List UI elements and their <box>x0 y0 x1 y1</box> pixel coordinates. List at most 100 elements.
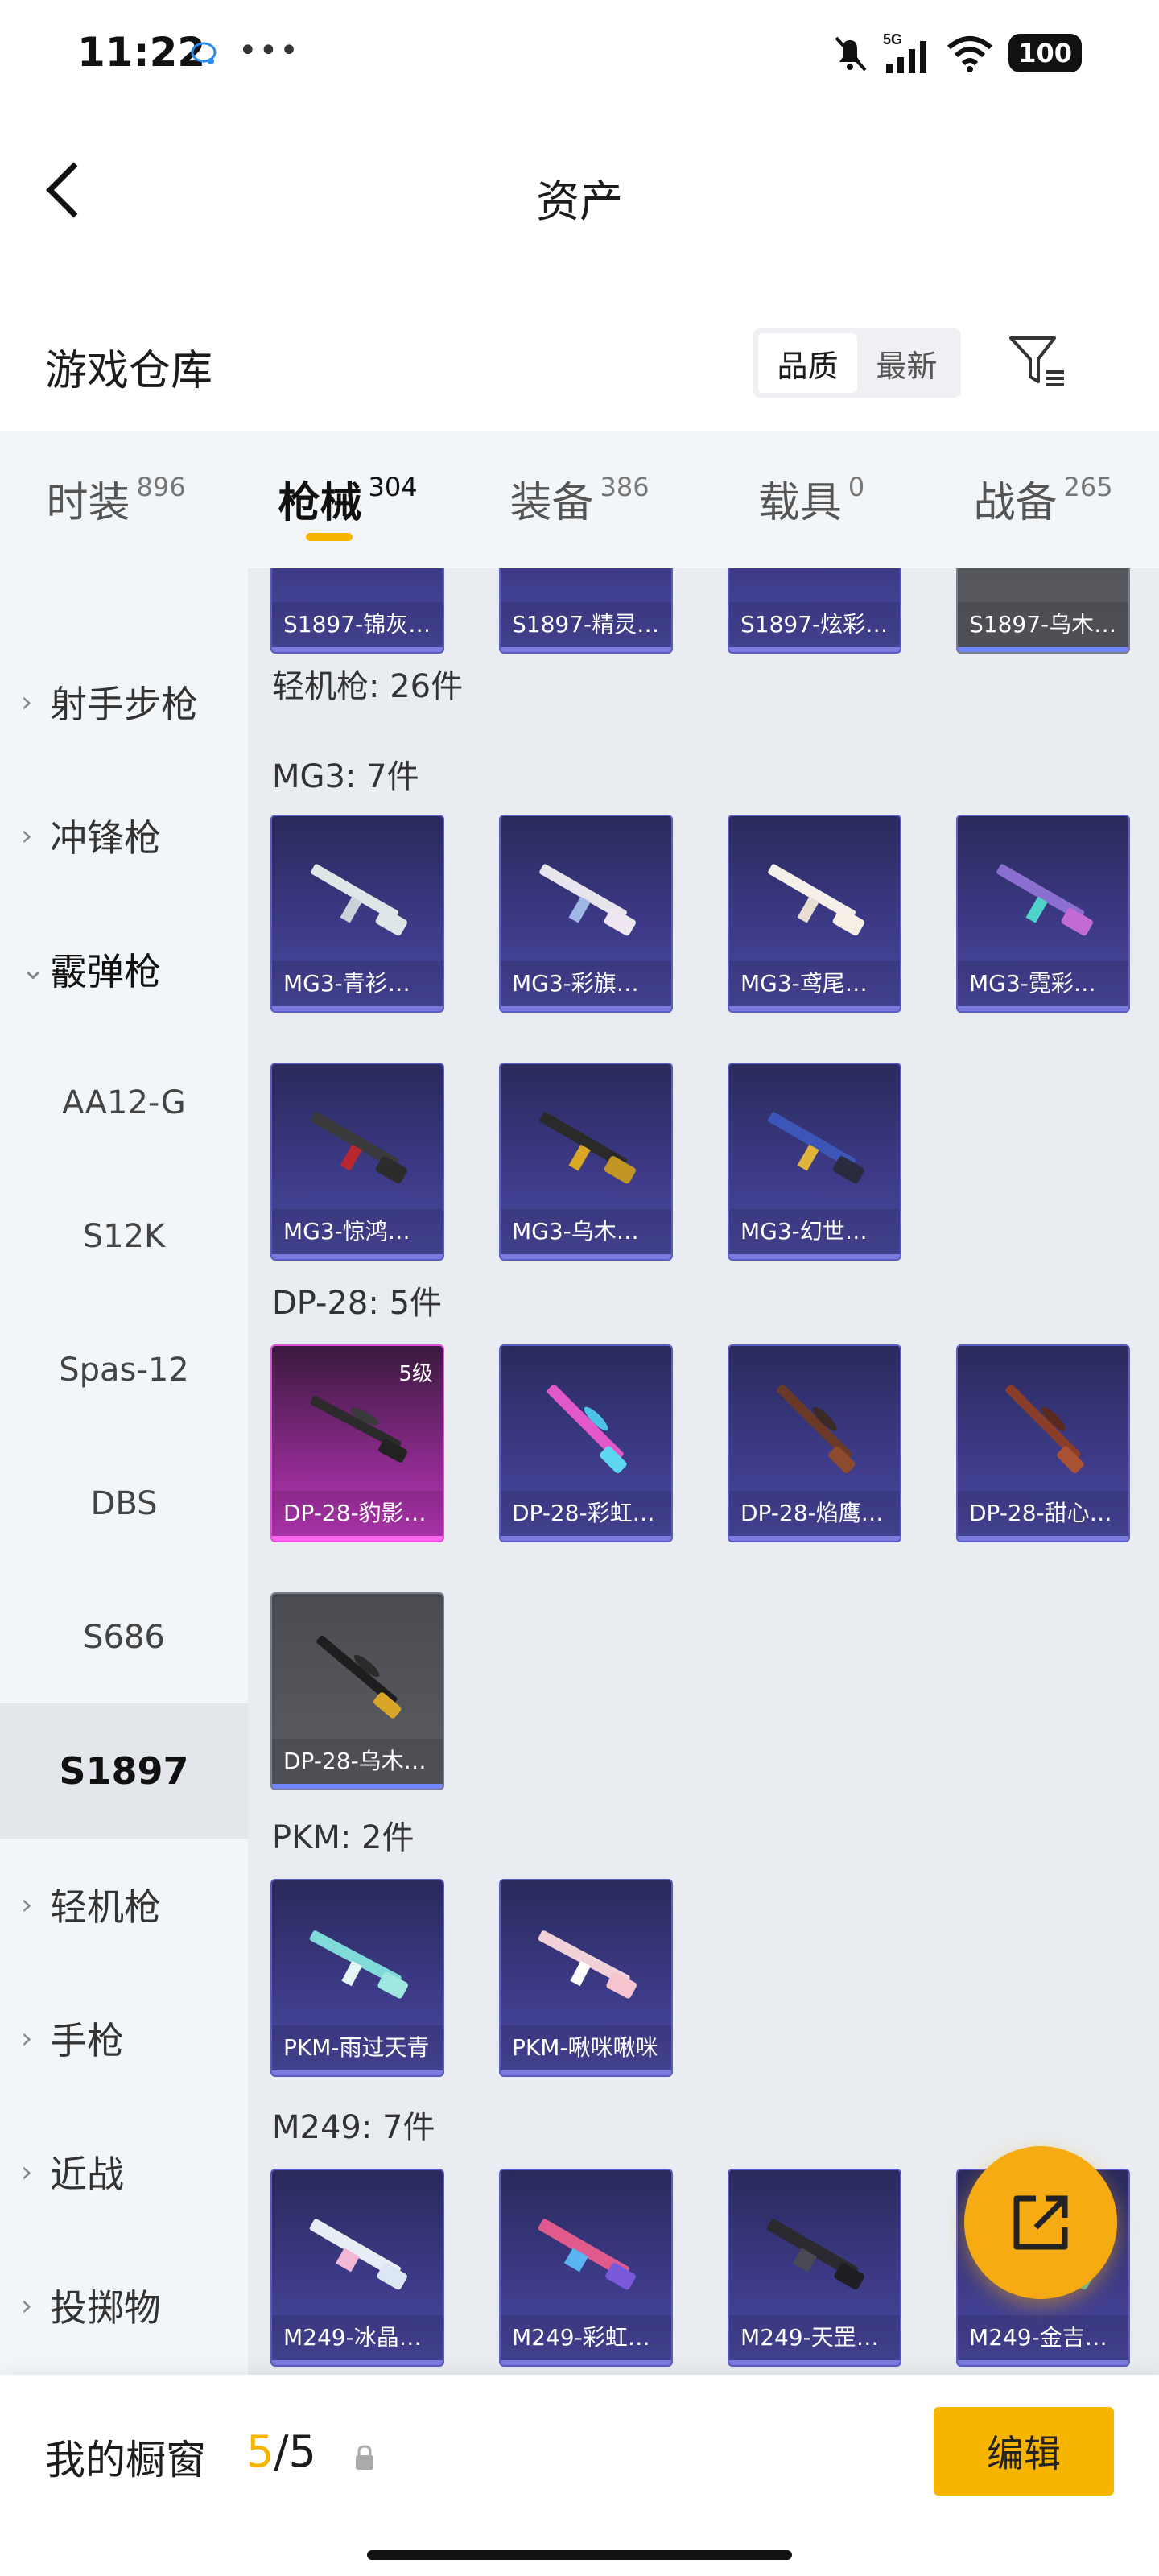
sidebar-item-pistols[interactable]: › 手枪 <box>0 1971 248 2106</box>
quality-bar <box>729 1536 900 1541</box>
sidebar-subitem-dbs[interactable]: DBS <box>0 1436 248 1571</box>
quality-bar <box>729 1006 900 1011</box>
battery-indicator: 100 <box>1008 34 1082 72</box>
item-name: PKM-雨过天青 <box>272 2025 443 2070</box>
sidebar-item-marksman-rifles[interactable]: › 射手步枪 <box>0 634 248 770</box>
chevron-right-icon: › <box>21 685 33 719</box>
quality-bar <box>958 1536 1128 1541</box>
item-card[interactable]: DP-28-甜心… <box>956 1344 1130 1542</box>
sort-toggle: 品质 最新 <box>753 328 961 398</box>
item-card[interactable]: 5级 DP-28-豹影… <box>270 1344 444 1542</box>
item-card[interactable]: MG3-幻世战… <box>728 1063 901 1261</box>
item-name: S1897-锦灰… <box>272 602 443 647</box>
quality-bar <box>501 1536 671 1541</box>
sort-by-newest-button[interactable]: 最新 <box>857 333 956 393</box>
item-card[interactable]: DP-28-焰鹰… <box>728 1344 901 1542</box>
item-card[interactable]: DP-28-乌木… <box>270 1592 444 1790</box>
item-name: S1897-乌木… <box>958 602 1128 647</box>
gun-icon <box>310 1396 408 1463</box>
quality-bar <box>272 2070 443 2075</box>
item-card[interactable]: S1897-锦灰… <box>270 568 444 654</box>
quality-bar <box>729 647 900 652</box>
gun-icon <box>547 1384 627 1474</box>
status-indicators: 5G 100 <box>831 29 1082 77</box>
tab-supplies[interactable]: 战备 265 <box>927 431 1159 568</box>
sidebar-subitem-aa12g[interactable]: AA12-G <box>0 1035 248 1170</box>
tab-vehicles[interactable]: 载具 0 <box>695 431 927 568</box>
item-name: M249-天罡… <box>729 2315 900 2360</box>
item-name: MG3-鸢尾珑雾 <box>729 961 900 1006</box>
filter-icon[interactable] <box>1006 330 1070 394</box>
category-tabs: 时装 896 枪械 304 装备 386 载具 0 战备 265 <box>0 431 1159 568</box>
sidebar-subitem-spas12[interactable]: Spas-12 <box>0 1302 248 1438</box>
sidebar-item-label: AA12-G <box>62 1084 186 1121</box>
wifi-icon <box>947 36 993 72</box>
item-card[interactable]: M249-天罡… <box>728 2169 901 2367</box>
network-type-label: 5G <box>883 31 902 47</box>
quality-bar <box>958 647 1128 652</box>
item-card[interactable]: PKM-雨过天青 <box>270 1879 444 2077</box>
sort-by-quality-button[interactable]: 品质 <box>758 333 857 393</box>
sidebar-item-lmgs[interactable]: › 轻机枪 <box>0 1837 248 1972</box>
tab-label: 枪械 <box>278 479 362 527</box>
sidebar-item-throwables[interactable]: › 投掷物 <box>0 2238 248 2373</box>
status-time: 11:22 <box>77 29 206 76</box>
item-name: DP-28-乌木… <box>272 1739 443 1784</box>
status-more-dots: ••• <box>238 32 300 69</box>
share-external-icon <box>1013 2195 1068 2250</box>
quality-bar <box>729 2360 900 2365</box>
sidebar-item-melee[interactable]: › 近战 <box>0 2104 248 2240</box>
quality-bar <box>272 647 443 652</box>
item-name: S1897-精灵… <box>501 602 671 647</box>
gun-icon <box>768 1112 864 1184</box>
tab-fashion[interactable]: 时装 896 <box>0 431 232 568</box>
item-card[interactable]: MG3-惊鸿侠骨 <box>270 1063 444 1261</box>
quality-bar <box>958 2360 1128 2365</box>
sidebar-subitem-s12k[interactable]: S12K <box>0 1169 248 1304</box>
item-card[interactable]: MG3-彩旗巡礼 <box>499 815 673 1013</box>
sidebar-subitem-s1897[interactable]: S1897 <box>0 1703 248 1839</box>
active-tab-indicator <box>306 533 353 541</box>
item-grid-area[interactable]: S1897-锦灰… S1897-精灵… S1897-炫彩… S1897-乌木… … <box>248 568 1159 2375</box>
item-card[interactable]: S1897-精灵… <box>499 568 673 654</box>
item-card[interactable]: MG3-鸢尾珑雾 <box>728 815 901 1013</box>
quality-bar <box>501 1254 671 1259</box>
showcase-current: 5 <box>246 2426 274 2477</box>
sidebar-item-label: 射手步枪 <box>50 683 198 726</box>
chevron-right-icon: › <box>21 2021 33 2055</box>
gun-icon <box>309 2219 407 2290</box>
item-card[interactable]: MG3-霓彩脉冲 <box>956 815 1130 1013</box>
quality-bar <box>501 2070 671 2075</box>
item-card[interactable]: M249-冰晶… <box>270 2169 444 2367</box>
sidebar-item-smgs[interactable]: › 冲锋枪 <box>0 768 248 903</box>
quality-bar <box>272 1536 443 1541</box>
item-name: M249-彩虹… <box>501 2315 671 2360</box>
item-name: MG3-彩旗巡礼 <box>501 961 671 1006</box>
showcase-count: 5/5 <box>246 2426 316 2477</box>
item-card[interactable]: S1897-炫彩… <box>728 568 901 654</box>
group-label: M249: 7件 <box>272 2109 435 2146</box>
item-card[interactable]: M249-彩虹… <box>499 2169 673 2367</box>
edit-button[interactable]: 编辑 <box>934 2407 1114 2496</box>
item-card[interactable]: PKM-啾咪啾咪 <box>499 1879 673 2077</box>
gun-icon <box>766 2219 864 2290</box>
sidebar-subitem-s686[interactable]: S686 <box>0 1570 248 1705</box>
item-card[interactable]: S1897-乌木… <box>956 568 1130 654</box>
item-card[interactable]: MG3-乌木金纹 <box>499 1063 673 1261</box>
share-floating-button[interactable] <box>964 2146 1117 2299</box>
item-card[interactable]: MG3-青衫玉鸣 <box>270 815 444 1013</box>
item-name: M249-金吉… <box>958 2315 1128 2360</box>
quality-bar <box>958 1006 1128 1011</box>
quality-bar <box>501 647 671 652</box>
gun-icon <box>316 1635 402 1719</box>
tab-equipment[interactable]: 装备 386 <box>464 431 695 568</box>
gun-icon <box>311 864 407 936</box>
tab-guns[interactable]: 枪械 304 <box>232 431 464 568</box>
chat-bubble-icon <box>191 42 217 64</box>
item-name: M249-冰晶… <box>272 2315 443 2360</box>
quality-bar <box>272 1006 443 1011</box>
weapon-type-sidebar: › 射手步枪 › 冲锋枪 ⌄ 霰弹枪 AA12-G S12K Spas-12 D… <box>0 568 248 2375</box>
item-card[interactable]: DP-28-彩虹… <box>499 1344 673 1542</box>
sidebar-item-shotguns[interactable]: ⌄ 霰弹枪 <box>0 902 248 1037</box>
mute-bell-icon <box>835 36 867 72</box>
